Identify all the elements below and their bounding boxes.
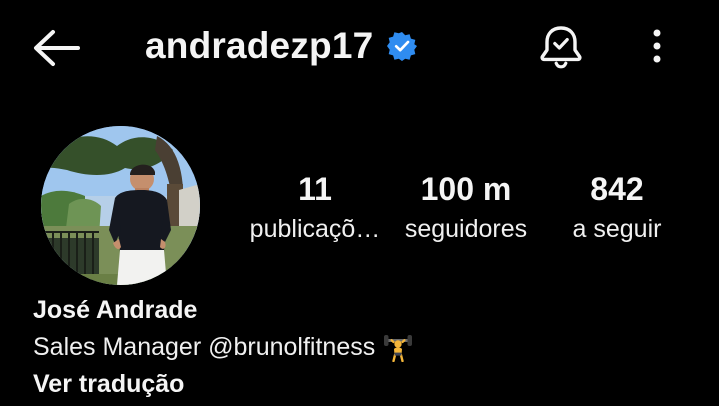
profile-bio: José Andrade Sales Manager @brunolfitnes…	[33, 292, 673, 402]
stat-posts[interactable]: 11 publicaçõ…	[240, 170, 390, 246]
weightlifter-emoji-icon	[384, 335, 413, 362]
notifications-button[interactable]	[538, 22, 584, 70]
stat-followers-value: 100 m	[420, 171, 512, 207]
stat-posts-value: 11	[298, 171, 332, 207]
bio-text: Sales Manager	[33, 333, 209, 361]
more-vertical-icon	[653, 29, 661, 63]
stat-followers-label: seguidores	[404, 215, 528, 243]
bio-mention-link[interactable]: @brunolfitness	[208, 328, 375, 366]
back-arrow-icon	[34, 30, 80, 66]
stat-followers[interactable]: 100 m seguidores	[394, 170, 538, 246]
profile-photo	[41, 126, 200, 285]
stat-posts-label: publicaçõ…	[249, 215, 381, 243]
bell-check-icon	[540, 26, 582, 69]
more-options-button[interactable]	[640, 24, 674, 68]
username-title-group: andradezp17	[145, 22, 418, 70]
profile-stats: 11 publicaçõ… 100 m seguidores 842 a seg…	[236, 170, 676, 250]
see-translation-link[interactable]: Ver tradução	[33, 366, 673, 402]
stat-following-value: 842	[590, 171, 644, 207]
stat-following-label: a seguir	[572, 215, 662, 243]
stat-following[interactable]: 842 a seguir	[564, 170, 670, 246]
profile-header: andradezp17	[0, 0, 719, 92]
back-button[interactable]	[28, 26, 84, 70]
profile-avatar[interactable]	[41, 126, 200, 285]
profile-username: andradezp17	[145, 25, 374, 66]
profile-name: José Andrade	[33, 296, 198, 324]
bio-text-line: Sales Manager @brunolfitness	[33, 328, 673, 366]
verified-badge-icon	[387, 32, 418, 61]
